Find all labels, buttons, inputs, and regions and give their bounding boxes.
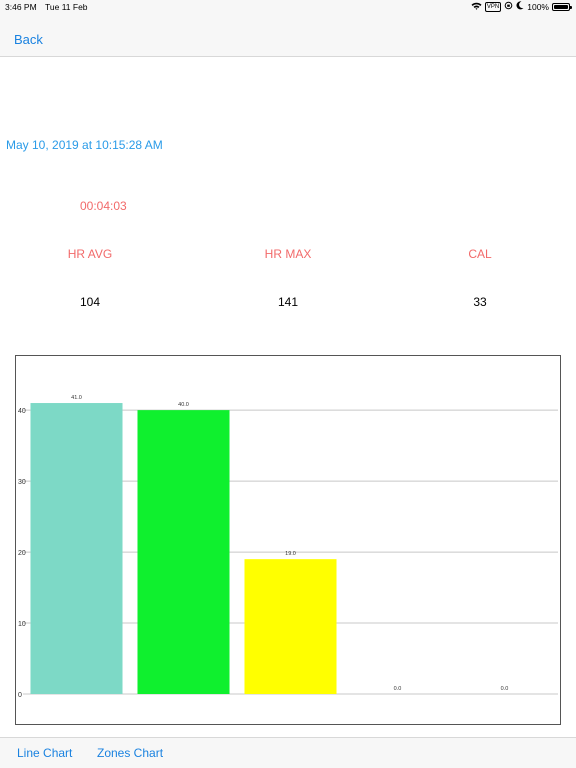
session-duration: 00:04:03 bbox=[80, 199, 127, 213]
hr-max-label: HR MAX bbox=[264, 247, 312, 261]
hr-avg-label: HR AVG bbox=[67, 247, 113, 261]
status-bar: 3:46 PM Tue 11 Feb VPN 100% bbox=[0, 0, 576, 14]
hr-zones-chart: 00101020203030404041.040.019.00.00.0HR Z… bbox=[15, 355, 561, 725]
cal-value: 33 bbox=[473, 295, 487, 309]
y-tick-label-left: 20 bbox=[18, 550, 26, 557]
bar-zone-3 bbox=[244, 559, 337, 694]
navigation-bar: Back bbox=[0, 14, 576, 57]
bar-value-label: 0.0 bbox=[394, 686, 402, 692]
cal-label: CAL bbox=[468, 247, 492, 261]
y-tick-label-left: 40 bbox=[18, 408, 26, 415]
hr-zones-chart-canvas: 00101020203030404041.040.019.00.00.0HR Z… bbox=[18, 395, 558, 699]
tab-zones-chart[interactable]: Zones Chart bbox=[97, 746, 163, 760]
status-indicators: VPN 100% bbox=[471, 1, 572, 12]
vpn-badge: VPN bbox=[484, 1, 502, 12]
orientation-lock-icon bbox=[504, 1, 513, 12]
battery-icon bbox=[552, 2, 572, 11]
battery-percent: 100% bbox=[527, 1, 549, 12]
y-tick-label-left: 10 bbox=[18, 621, 26, 628]
tab-line-chart[interactable]: Line Chart bbox=[17, 746, 72, 760]
bar-zone-2 bbox=[137, 410, 230, 694]
bar-value-label: 41.0 bbox=[71, 395, 82, 401]
bar-zone-1 bbox=[30, 403, 123, 694]
back-button[interactable]: Back bbox=[14, 32, 43, 47]
y-tick-label-left: 0 bbox=[18, 692, 22, 699]
wifi-icon bbox=[471, 2, 482, 12]
session-date: May 10, 2019 at 10:15:28 AM bbox=[6, 138, 163, 152]
tab-bar: Line Chart Zones Chart bbox=[0, 737, 576, 768]
moon-icon bbox=[516, 1, 524, 12]
status-time: 3:46 PM bbox=[5, 2, 37, 12]
y-tick-label-left: 30 bbox=[18, 479, 26, 486]
bar-value-label: 40.0 bbox=[178, 402, 189, 408]
hr-avg-value: 104 bbox=[79, 295, 101, 309]
hr-max-value: 141 bbox=[277, 295, 299, 309]
status-date: Tue 11 Feb bbox=[45, 2, 88, 12]
bar-value-label: 0.0 bbox=[501, 686, 509, 692]
bar-value-label: 19.0 bbox=[285, 551, 296, 557]
